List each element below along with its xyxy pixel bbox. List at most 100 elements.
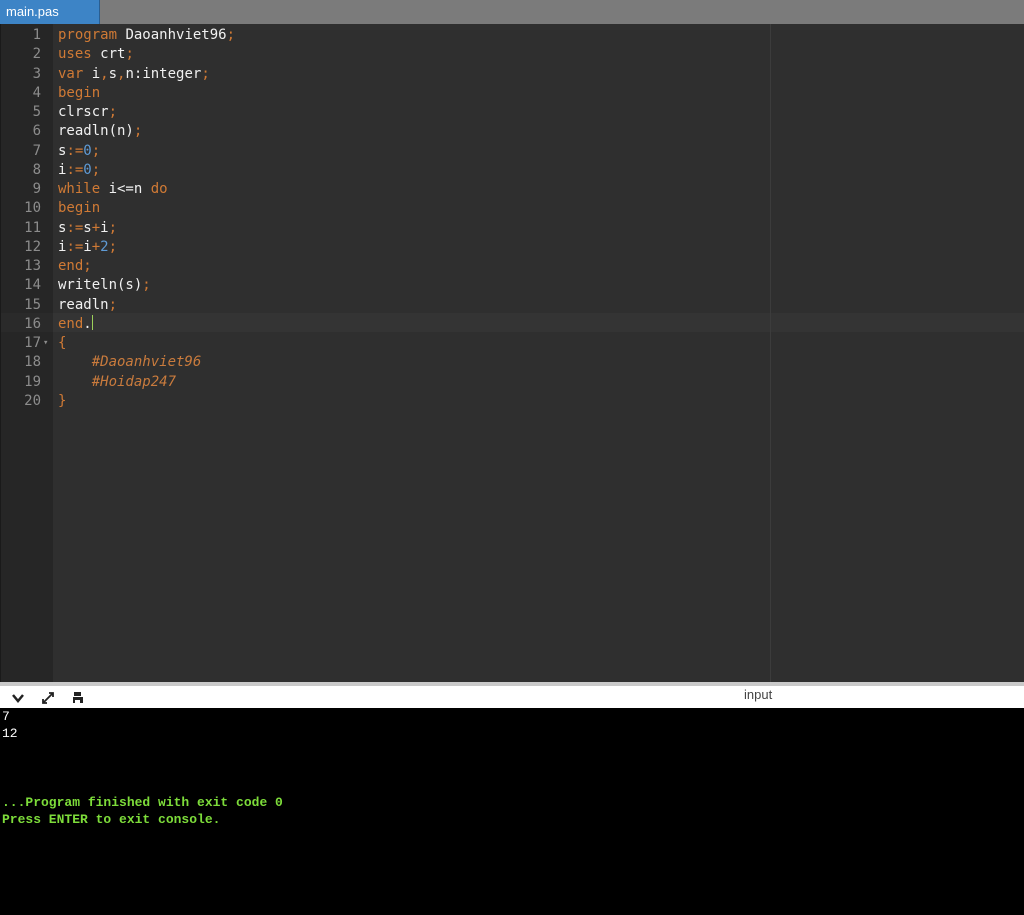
line-number: 8 [32, 161, 41, 178]
code-line: 7 s:=0; [1, 142, 1024, 161]
code-token: ; [226, 27, 236, 43]
code-text: s:=0; [58, 142, 100, 161]
print-icon[interactable] [70, 691, 86, 707]
code-token: ; [142, 277, 151, 294]
code-text: program Daoanhviet96; [58, 26, 235, 45]
code-token: end [58, 315, 84, 332]
code-line: 5 clrscr; [1, 103, 1024, 122]
code-token: ; [108, 219, 118, 236]
code-token: 0 [83, 161, 92, 178]
code-text: writeln(s); [58, 276, 151, 295]
code-token: + [91, 238, 101, 255]
code-text: var i,s,n:integer; [58, 65, 210, 84]
code-token: do [150, 181, 168, 197]
code-token: 2 [100, 238, 109, 255]
input-label[interactable]: input [744, 687, 772, 702]
code-line: 20} [1, 392, 1024, 411]
code-token: #Daoanhviet96 [58, 354, 202, 371]
code-token: n:integer [125, 65, 202, 82]
code-token: ; [91, 161, 101, 178]
code-token: crt [100, 46, 126, 63]
line-number: 3 [32, 65, 41, 82]
code-line: 13 end; [1, 257, 1024, 276]
code-text: s:=s+i; [58, 219, 117, 238]
code-token: ; [83, 258, 92, 274]
code-line: 2 uses crt; [1, 45, 1024, 64]
code-token: while [58, 181, 109, 197]
code-token: { [58, 335, 67, 351]
line-number: 19 [24, 373, 41, 390]
code-token: := [66, 238, 84, 255]
line-number: 9 [32, 181, 41, 197]
code-token: := [66, 142, 84, 159]
line-number: 5 [32, 104, 41, 120]
line-number: 12 [24, 238, 41, 255]
code-token: ; [133, 123, 143, 140]
code-text: end; [58, 257, 92, 276]
chevron-down-icon[interactable] [10, 691, 26, 707]
line-number: 1 [32, 27, 41, 43]
code-token: ; [125, 46, 134, 63]
press-enter-message: Press ENTER to exit console. [2, 812, 221, 827]
code-token: + [91, 219, 101, 236]
tab-bar: main.pas [0, 0, 1024, 24]
line-number: 7 [32, 142, 41, 159]
expand-icon[interactable] [40, 691, 56, 707]
code-text: readln(n); [58, 122, 142, 141]
console-line: 12 [2, 726, 18, 741]
code-token: end [58, 258, 84, 274]
code-text: uses crt; [58, 45, 134, 64]
code-token: s [83, 219, 92, 236]
code-editor[interactable]: 1 program Daoanhviet96; 2 uses crt; 3 var i,s… [0, 24, 1024, 682]
line-number: 20 [24, 392, 41, 409]
code-token: := [66, 161, 84, 178]
code-line: 12 i:=i+2; [1, 238, 1024, 257]
code-text: { [58, 334, 66, 353]
code-token: readln [58, 296, 109, 313]
code-text: #Daoanhviet96 [58, 353, 202, 372]
code-text: } [58, 392, 66, 411]
code-token: i [83, 238, 92, 255]
line-number: 18 [24, 354, 41, 371]
tab-main-pas[interactable]: main.pas [0, 0, 100, 24]
line-number: 15 [24, 296, 41, 313]
fold-toggle-icon[interactable]: ▾ [43, 334, 48, 353]
code-line: 6 readln(n); [1, 122, 1024, 141]
console-toolbar: input [0, 682, 1024, 708]
code-token: begin [58, 200, 101, 217]
code-token: Daoanhviet96 [125, 27, 227, 43]
line-number: 14 [24, 277, 41, 294]
code-text: clrscr; [58, 103, 117, 122]
code-token: i [100, 219, 109, 236]
code-text: i:=i+2; [58, 238, 117, 257]
code-token: := [66, 219, 84, 236]
code-token: #Hoidap247 [58, 373, 177, 390]
code-lines: 1 program Daoanhviet96; 2 uses crt; 3 var i,s… [1, 26, 1024, 411]
code-line: 15 readln; [1, 296, 1024, 315]
code-token: clrscr [58, 104, 109, 120]
code-token: ; [201, 65, 210, 82]
line-number: 11 [24, 219, 41, 236]
code-line: 9 while i<=n do [1, 180, 1024, 199]
code-line: 1 program Daoanhviet96; [1, 26, 1024, 45]
code-token: ; [91, 142, 101, 159]
code-text: readln; [58, 296, 117, 315]
code-line: 3 var i,s,n:integer; [1, 65, 1024, 84]
code-token: uses [58, 46, 101, 63]
code-token: s [108, 65, 118, 82]
code-text: begin [58, 199, 100, 218]
code-line: 11 s:=s+i; [1, 219, 1024, 238]
code-line: 18 #Daoanhviet96 [1, 353, 1024, 372]
line-number: 16 [24, 315, 41, 332]
line-number: 17 [24, 335, 41, 351]
code-line: 16 end. [1, 314, 1024, 334]
line-number: 10 [24, 200, 41, 217]
code-token: ; [108, 296, 118, 313]
text-cursor [91, 314, 93, 330]
code-token: i [91, 65, 101, 82]
code-line: 8 i:=0; [1, 161, 1024, 180]
program-finished-message: ...Program finished with exit code 0 [2, 795, 283, 810]
code-text: #Hoidap247 [58, 373, 176, 392]
code-token: , [100, 65, 109, 82]
console-output[interactable]: 7 12 ...Program finished with exit code … [0, 708, 1024, 915]
